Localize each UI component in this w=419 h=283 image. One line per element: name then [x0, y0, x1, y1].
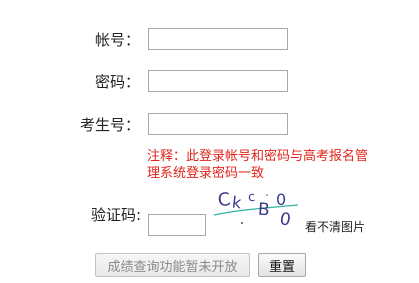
captcha-char-4: B [257, 200, 270, 221]
captcha-refresh-link[interactable]: 看不清图片 [305, 218, 365, 235]
captcha-char-3: c [247, 190, 255, 206]
account-label: 帐号： [95, 31, 141, 49]
captcha-input[interactable] [148, 214, 206, 236]
account-input[interactable] [148, 28, 288, 50]
captcha-image[interactable]: C k c B 0 0 [212, 187, 300, 227]
captcha-label: 验证码: [91, 206, 142, 224]
query-score-button[interactable]: 成绩查询功能暂未开放 [95, 253, 250, 277]
exam-number-input[interactable] [148, 113, 288, 135]
reset-button[interactable]: 重置 [258, 253, 306, 277]
password-input[interactable] [148, 70, 288, 92]
score-query-form: 帐号： 密码： 考生号： 注释：此登录帐号和密码与高考报名管理系统登录密码一致 … [0, 0, 419, 283]
password-label: 密码： [95, 73, 141, 91]
captcha-char-5: 0 [276, 190, 286, 209]
login-note: 注释：此登录帐号和密码与高考报名管理系统登录密码一致 [147, 149, 369, 181]
exam-number-label: 考生号： [80, 116, 141, 134]
